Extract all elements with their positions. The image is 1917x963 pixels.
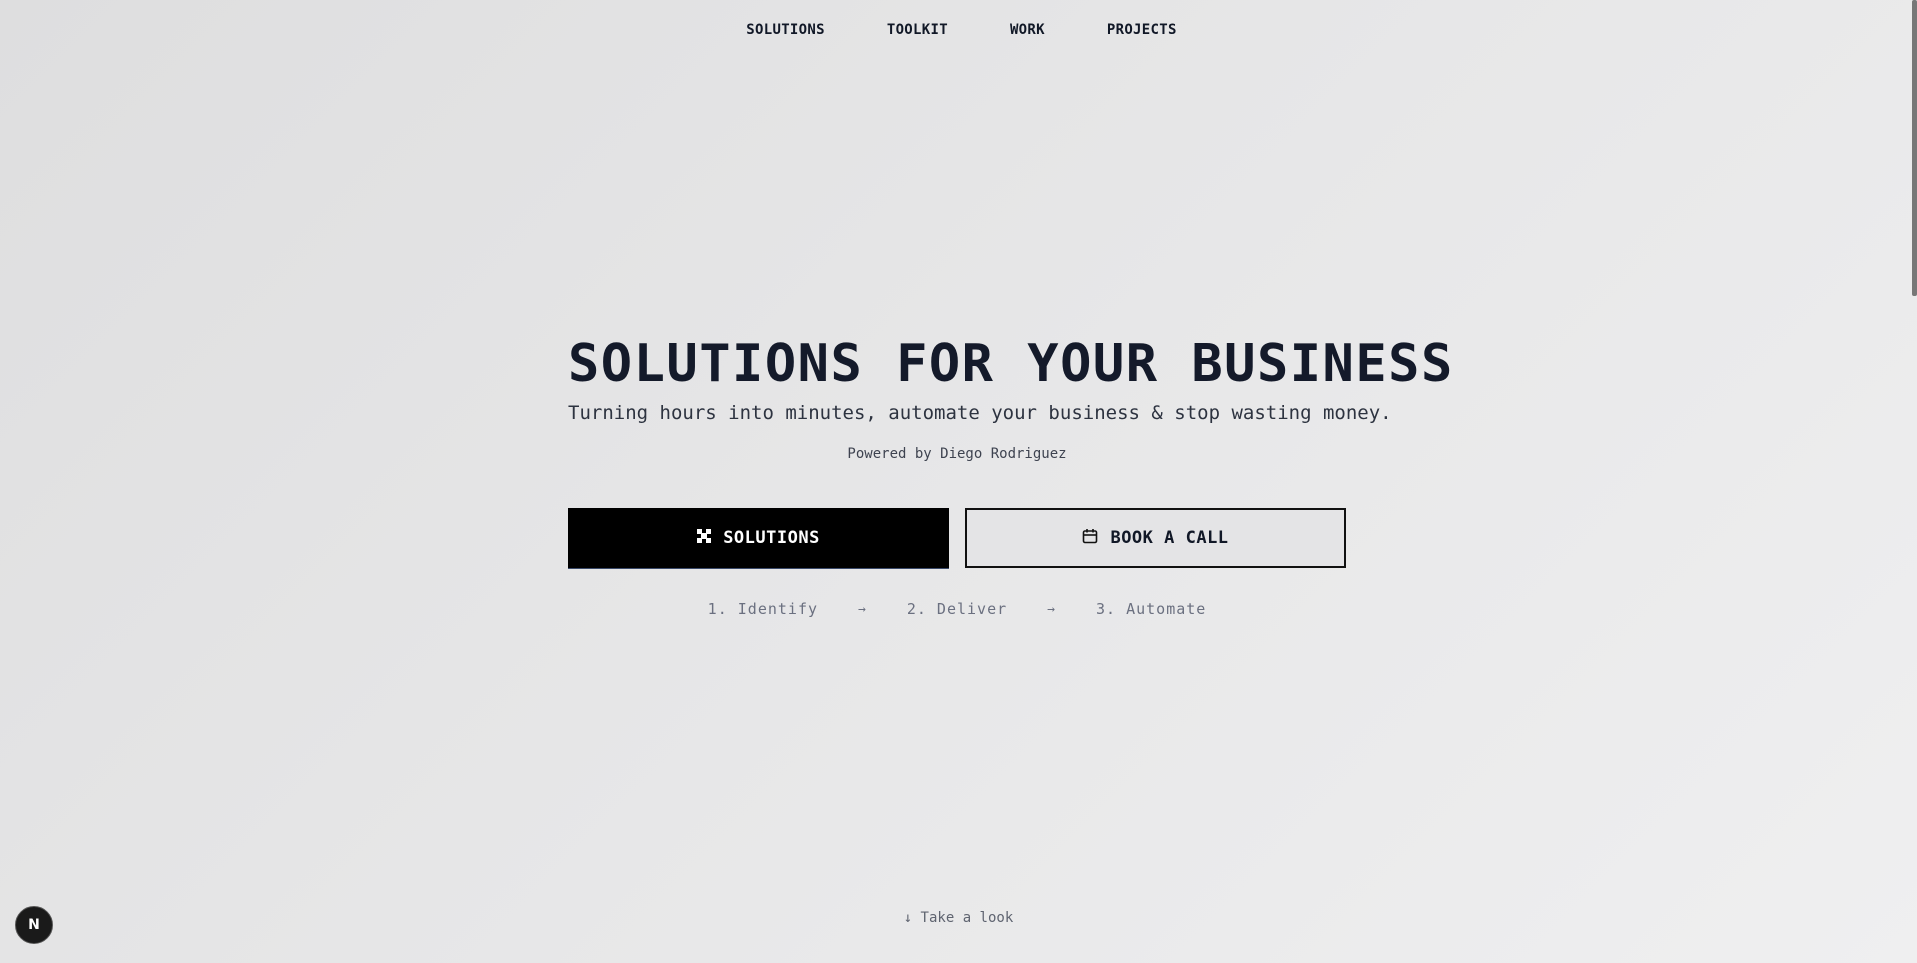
scrollbar[interactable] (1912, 0, 1917, 963)
solutions-button-label: SOLUTIONS (723, 528, 820, 548)
nav-link-toolkit[interactable]: TOOLKIT (881, 22, 948, 38)
step-deliver: 2. Deliver (906, 600, 1008, 618)
nav-link-solutions[interactable]: SOLUTIONS (740, 22, 825, 38)
nav-link-projects[interactable]: PROJECTS (1101, 22, 1177, 38)
calendar-icon (1082, 528, 1098, 549)
puzzle-icon (697, 528, 712, 548)
step-arrow-icon: → (858, 601, 867, 617)
hero-subtitle: Turning hours into minutes, automate you… (568, 402, 1392, 424)
step-arrow-icon: → (1047, 601, 1056, 617)
hero-title: SOLUTIONS FOR YOUR BUSINESS (568, 334, 1454, 394)
badge-label: N (28, 917, 40, 933)
powered-by-text: Powered by Diego Rodriguez (847, 446, 1067, 462)
process-steps: 1. Identify → 2. Deliver → 3. Automate (568, 600, 1346, 618)
scroll-hint[interactable]: ↓ Take a look (0, 910, 1917, 926)
step-identify: 1. Identify (707, 600, 819, 618)
top-nav: SOLUTIONS TOOLKIT WORK PROJECTS (0, 22, 1917, 38)
scrollbar-thumb[interactable] (1912, 0, 1917, 296)
cta-buttons: SOLUTIONS BOOK A CALL (568, 508, 1346, 568)
hero-section: SOLUTIONS FOR YOUR BUSINESS Turning hour… (568, 330, 1454, 618)
book-a-call-label: BOOK A CALL (1110, 528, 1229, 548)
solutions-button[interactable]: SOLUTIONS (568, 508, 949, 568)
nextjs-icon[interactable]: N (15, 906, 53, 944)
step-automate: 3. Automate (1095, 600, 1207, 618)
book-a-call-button[interactable]: BOOK A CALL (965, 508, 1346, 568)
nav-link-work[interactable]: WORK (1004, 22, 1045, 38)
